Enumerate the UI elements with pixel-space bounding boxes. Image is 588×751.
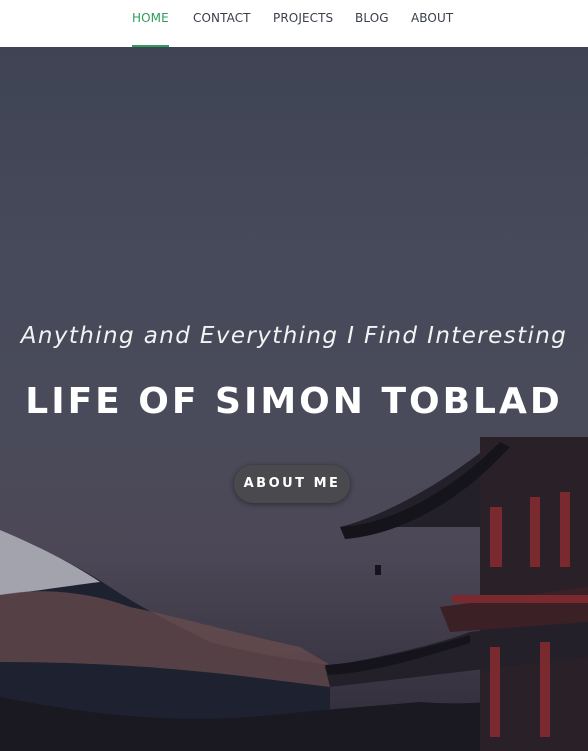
nav-home-link[interactable]: HOME xyxy=(132,0,169,47)
about-me-button[interactable]: ABOUT ME xyxy=(234,465,350,503)
hero-title: LIFE OF SIMON TOBLAD xyxy=(25,381,563,422)
nav-contact-link[interactable]: CONTACT xyxy=(193,0,251,47)
hero-subtitle: Anything and Everything I Find Interesti… xyxy=(20,323,568,349)
hero-section: Anything and Everything I Find Interesti… xyxy=(0,47,588,751)
nav-blog-link[interactable]: BLOG xyxy=(355,0,389,47)
nav-about-link[interactable]: ABOUT xyxy=(411,0,453,47)
top-navigation: HOME CONTACT PROJECTS BLOG ABOUT xyxy=(0,0,588,47)
nav-projects-link[interactable]: PROJECTS xyxy=(273,0,333,47)
